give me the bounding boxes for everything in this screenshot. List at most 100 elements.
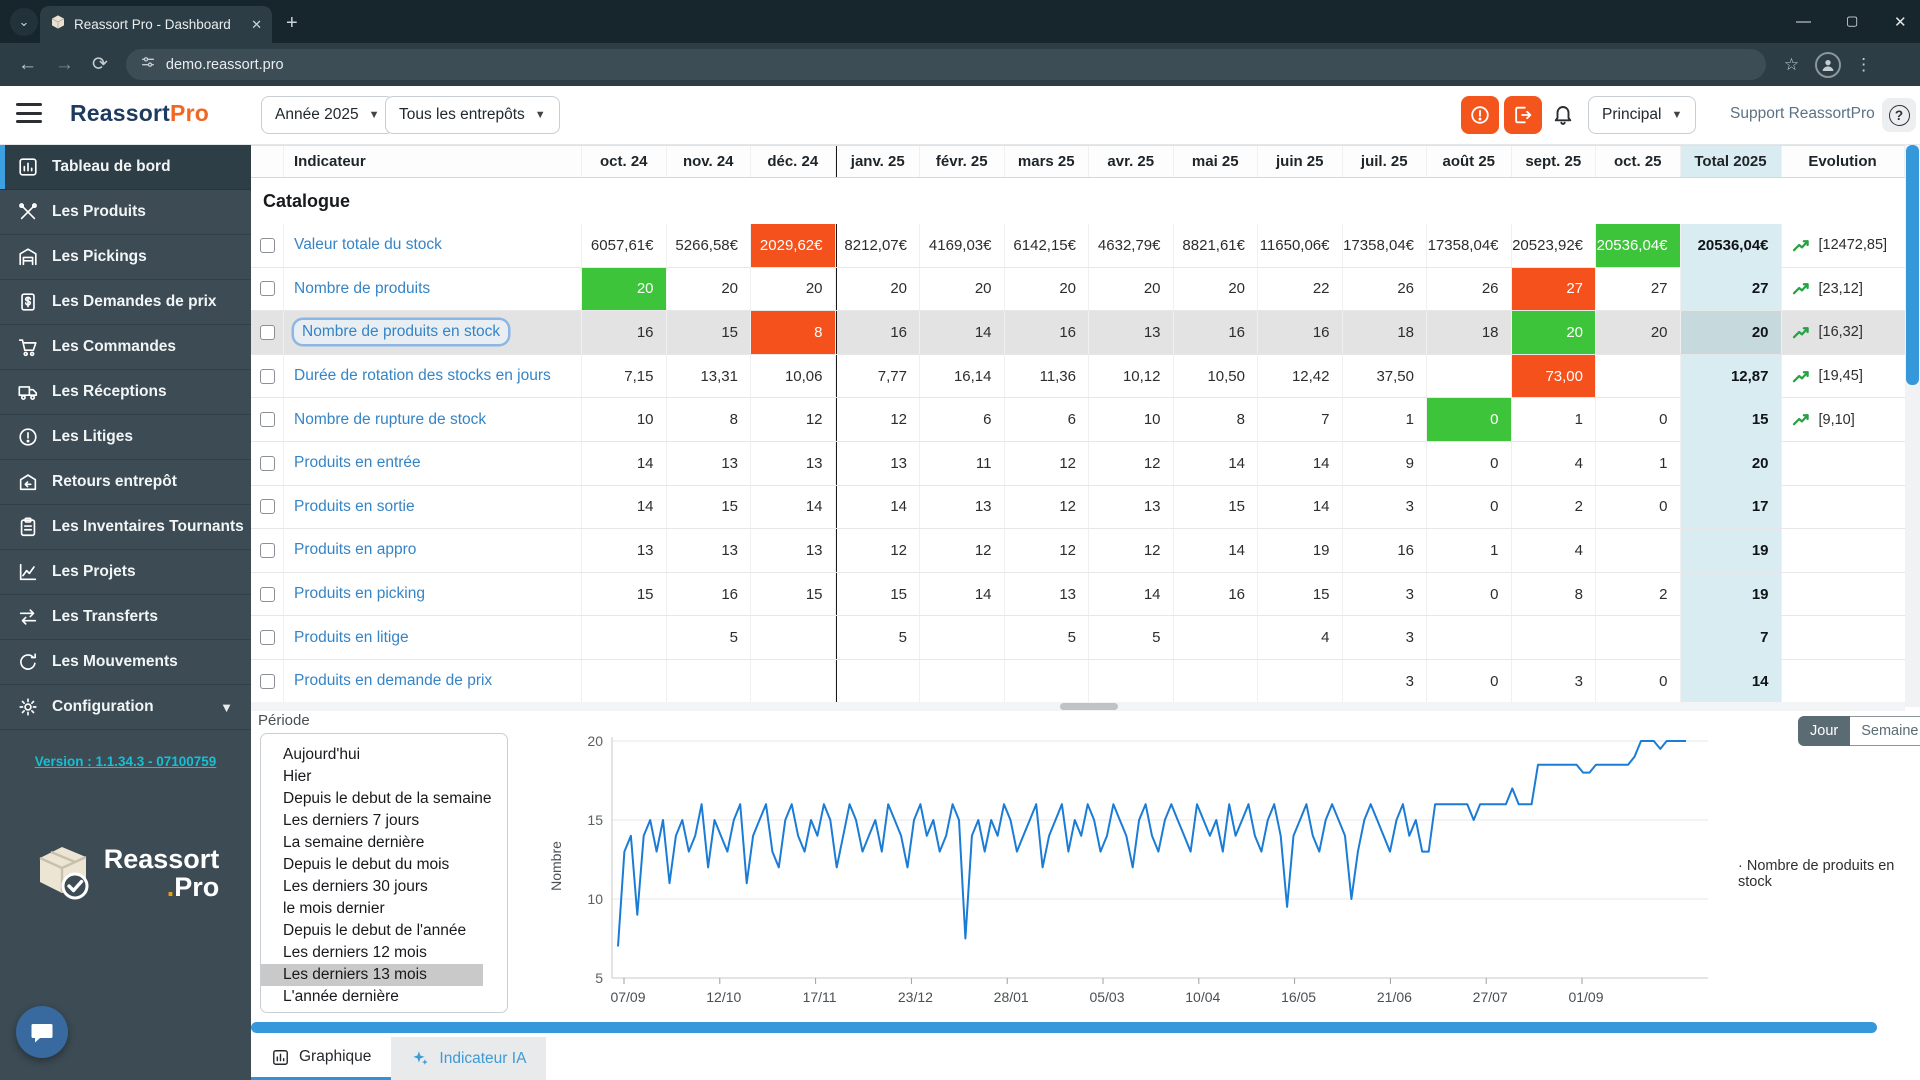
table-cell: 1	[1596, 442, 1681, 485]
svg-text:12/10: 12/10	[706, 989, 741, 1005]
table-cell: 20	[582, 268, 667, 311]
table-cell	[582, 616, 667, 659]
back-icon[interactable]: ←	[18, 54, 37, 76]
browser-menu-icon[interactable]: ⋮	[1855, 55, 1872, 75]
profile-avatar-icon[interactable]	[1815, 52, 1841, 78]
period-option[interactable]: Depuis le debut de l'année	[261, 920, 483, 942]
support-menu[interactable]: Support ReassortPro▼	[1730, 105, 1893, 123]
table-vertical-scrollbar-thumb[interactable]	[1906, 145, 1919, 385]
period-option[interactable]: Depuis le debut de la semaine	[261, 788, 483, 810]
tab-search-chevron-icon[interactable]: ⌄	[10, 8, 38, 36]
favicon-box-icon	[50, 14, 66, 35]
svg-text:20: 20	[587, 733, 603, 749]
row-checkbox[interactable]	[260, 499, 275, 514]
table-cell: 15	[582, 573, 667, 616]
window-minimize-icon[interactable]: —	[1796, 13, 1811, 30]
indicator-link[interactable]: Produits en litige	[284, 616, 582, 659]
period-option[interactable]: Les derniers 12 mois	[261, 942, 483, 964]
table-cell: 16,14	[920, 355, 1005, 398]
granularity-jour-button[interactable]: Jour	[1798, 716, 1850, 746]
chat-widget-button[interactable]	[16, 1006, 68, 1058]
granularity-semaine-button[interactable]: Semaine	[1850, 716, 1920, 746]
table-cell: 15	[751, 573, 836, 616]
bottom-horizontal-scrollbar[interactable]	[251, 1022, 1877, 1033]
row-checkbox[interactable]	[260, 281, 275, 296]
period-option[interactable]: Les derniers 7 jours	[261, 810, 483, 832]
browser-tab[interactable]: Reassort Pro - Dashboard ✕	[40, 6, 272, 43]
period-option[interactable]: Les derniers 13 mois	[261, 964, 483, 986]
bookmark-star-icon[interactable]: ☆	[1784, 55, 1799, 75]
row-checkbox[interactable]	[260, 456, 275, 471]
site-info-icon[interactable]	[140, 54, 156, 75]
hamburger-menu-icon[interactable]	[16, 103, 42, 125]
sidebar-item-les-demandes-de-prix[interactable]: Les Demandes de prix	[0, 280, 251, 325]
logout-export-button[interactable]	[1504, 96, 1542, 134]
notifications-bell-icon[interactable]	[1551, 102, 1575, 131]
warehouse-filter-dropdown[interactable]: Tous les entrepôts▼	[385, 96, 560, 134]
new-tab-button[interactable]: +	[286, 13, 298, 33]
help-button[interactable]: ?	[1882, 98, 1916, 132]
evolution-cell	[1782, 486, 1905, 529]
sidebar-item-les-inventaires-tournants[interactable]: Les Inventaires Tournants	[0, 505, 251, 550]
table-horizontal-scrollbar-thumb[interactable]	[1060, 703, 1118, 710]
sidebar-item-les-commandes[interactable]: Les Commandes	[0, 325, 251, 370]
url-bar[interactable]: demo.reassort.pro	[126, 49, 1766, 80]
period-option[interactable]: La semaine dernière	[261, 832, 483, 854]
reload-icon[interactable]: ⟳	[92, 53, 108, 76]
window-maximize-icon[interactable]: ▢	[1846, 13, 1858, 29]
profile-dropdown[interactable]: Principal▼	[1588, 96, 1696, 134]
period-option[interactable]: Aujourd'hui	[261, 744, 483, 766]
tab-close-icon[interactable]: ✕	[251, 17, 262, 33]
sidebar-item-les-mouvements[interactable]: Les Mouvements	[0, 640, 251, 685]
indicator-link[interactable]: Nombre de produits	[284, 268, 582, 311]
indicator-link[interactable]: Nombre de rupture de stock	[284, 398, 582, 441]
window-close-icon[interactable]: ✕	[1894, 13, 1907, 31]
sidebar-item-les-pickings[interactable]: Les Pickings	[0, 235, 251, 280]
period-option[interactable]: le mois dernier	[261, 898, 483, 920]
row-checkbox[interactable]	[260, 543, 275, 558]
sidebar-item-les-r-ceptions[interactable]: Les Réceptions	[0, 370, 251, 415]
indicator-link[interactable]: Produits en entrée	[284, 442, 582, 485]
stock-line-chart[interactable]: 2015105Nombre07/0912/1017/1123/1228/0105…	[545, 726, 1725, 1018]
sidebar-item-les-produits[interactable]: Les Produits	[0, 190, 251, 235]
brand-logo[interactable]: ReassortPro	[70, 100, 209, 127]
trend-up-icon	[1792, 369, 1811, 384]
row-checkbox[interactable]	[260, 412, 275, 427]
year-filter-dropdown[interactable]: Année 2025▼	[261, 96, 394, 134]
period-option[interactable]: L'année dernière	[261, 986, 483, 1008]
table-cell: 8821,61€	[1174, 224, 1259, 267]
indicator-link[interactable]: Produits en appro	[284, 529, 582, 572]
period-option[interactable]: Hier	[261, 766, 483, 788]
table-cell: 22	[1258, 268, 1343, 311]
version-link[interactable]: Version : 1.1.34.3 - 07100759	[0, 754, 251, 769]
indicator-link[interactable]: Nombre de produits en stock	[284, 311, 582, 354]
total-cell: 27	[1681, 268, 1782, 311]
indicator-link[interactable]: Produits en demande de prix	[284, 660, 582, 703]
browser-toolbar: ← → ⟳ demo.reassort.pro ☆ ⋮	[0, 43, 1920, 86]
row-checkbox[interactable]	[260, 587, 275, 602]
sidebar-item-configuration[interactable]: Configuration▼	[0, 685, 251, 730]
indicator-link[interactable]: Produits en picking	[284, 573, 582, 616]
tab-indicateur-ia[interactable]: Indicateur IA	[391, 1037, 546, 1080]
row-checkbox[interactable]	[260, 674, 275, 689]
row-checkbox[interactable]	[260, 630, 275, 645]
alert-button[interactable]	[1461, 96, 1499, 134]
sidebar-item-les-litiges[interactable]: Les Litiges	[0, 415, 251, 460]
sidebar-item-les-transferts[interactable]: Les Transferts	[0, 595, 251, 640]
indicator-link[interactable]: Produits en sortie	[284, 486, 582, 529]
forward-icon[interactable]: →	[55, 54, 74, 76]
table-cell: 0	[1427, 442, 1512, 485]
sidebar-item-retours-entrep-t[interactable]: Retours entrepôt	[0, 460, 251, 505]
period-option[interactable]: Depuis le debut du mois	[261, 854, 483, 876]
indicator-link[interactable]: Valeur totale du stock	[284, 224, 582, 267]
sidebar-item-tableau-de-bord[interactable]: Tableau de bord	[0, 145, 251, 190]
table-cell	[1596, 355, 1681, 398]
row-checkbox[interactable]	[260, 238, 275, 253]
row-checkbox[interactable]	[260, 369, 275, 384]
tab-graphique[interactable]: Graphique	[251, 1037, 391, 1080]
row-checkbox[interactable]	[260, 325, 275, 340]
sidebar-item-les-projets[interactable]: Les Projets	[0, 550, 251, 595]
period-option[interactable]: Les derniers 30 jours	[261, 876, 483, 898]
indicator-link[interactable]: Durée de rotation des stocks en jours	[284, 355, 582, 398]
svg-text:27/07: 27/07	[1473, 989, 1508, 1005]
